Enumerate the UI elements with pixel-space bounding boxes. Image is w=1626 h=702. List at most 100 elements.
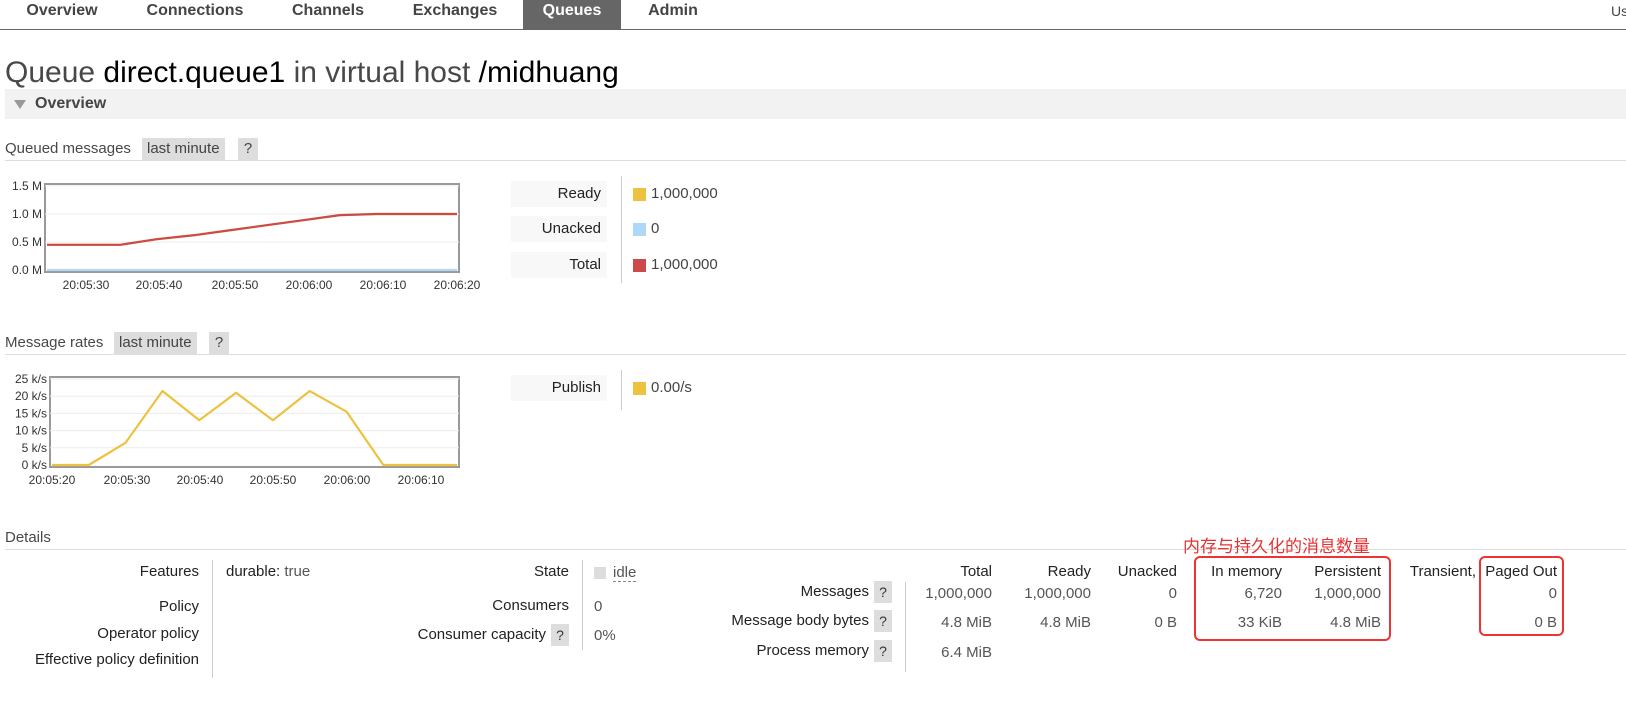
legend-label: Publish — [511, 375, 607, 401]
consumer-capacity-value: 0% — [594, 627, 616, 644]
legend-swatch-ready — [633, 188, 646, 201]
rates-help-button[interactable]: ? — [209, 332, 229, 354]
overview-section-label: Overview — [35, 95, 107, 112]
annotation-text: 内存与持久化的消息数量 — [1183, 537, 1370, 557]
legend-swatch-unacked — [633, 223, 646, 236]
x-tick-label: 20:05:50 — [250, 473, 297, 487]
feature-key: durable: — [226, 563, 281, 580]
operator-policy-label: Operator policy — [97, 625, 199, 642]
top-navigation: Overview Connections Channels Exchanges … — [0, 0, 1626, 30]
x-tick-label: 20:06:10 — [398, 473, 445, 487]
tab-admin[interactable]: Admin — [634, 0, 712, 30]
tab-channels[interactable]: Channels — [276, 0, 380, 30]
vhost-name: /midhuang — [478, 56, 619, 89]
x-tick-label: 20:05:30 — [104, 473, 151, 487]
rates-range-select[interactable]: last minute — [114, 332, 197, 354]
queue-name: direct.queue1 — [103, 56, 286, 89]
tab-connections[interactable]: Connections — [126, 0, 264, 30]
y-tick-label: 25 k/s — [15, 372, 47, 386]
y-tick-label: 0.5 M — [12, 235, 42, 249]
y-tick-label: 0.0 M — [12, 263, 42, 277]
legend-value: 0.00/s — [651, 379, 692, 396]
row-label-process-memory: Process memory — [756, 642, 869, 659]
table-cell: 4.8 MiB — [941, 614, 992, 631]
message-rates-heading: Message rates — [5, 334, 104, 351]
title-middle: in virtual host — [293, 56, 471, 89]
state-idle-indicator — [594, 567, 606, 579]
effective-policy-label: Effective policy definition — [35, 651, 199, 668]
x-tick-label: 20:05:40 — [177, 473, 224, 487]
feature-durable: durable: true — [226, 562, 310, 582]
details-separator — [212, 560, 213, 678]
tab-overview[interactable]: Overview — [8, 0, 116, 30]
legend-value: 1,000,000 — [651, 185, 718, 202]
process-memory-help-button[interactable]: ? — [874, 640, 892, 662]
divider — [5, 354, 1626, 355]
collapse-triangle-icon — [14, 100, 26, 109]
row-label-body-bytes: Message body bytes — [731, 612, 869, 629]
consumer-capacity-help-button[interactable]: ? — [551, 624, 569, 646]
queued-help-button[interactable]: ? — [238, 138, 258, 160]
policy-label: Policy — [158, 598, 199, 615]
x-tick-label: 20:06:20 — [434, 278, 481, 292]
state-idle-text: idle — [613, 564, 637, 582]
messages-help-button[interactable]: ? — [874, 581, 892, 603]
user-label: Us — [1611, 3, 1626, 19]
table-cell: 4.8 MiB — [1040, 614, 1091, 631]
y-tick-label: 1.0 M — [12, 207, 42, 221]
features-label: Features — [139, 563, 199, 580]
table-cell: 0 B — [1154, 614, 1177, 631]
table-cell: 6.4 MiB — [941, 644, 992, 661]
tab-exchanges[interactable]: Exchanges — [396, 0, 514, 30]
overview-section-toggle[interactable]: Overview — [5, 89, 1626, 119]
y-tick-label: 1.5 M — [12, 179, 42, 193]
consumers-value: 0 — [594, 598, 603, 615]
legend-separator — [621, 176, 622, 283]
legend-label: Total — [511, 252, 607, 278]
y-tick-label: 5 k/s — [22, 441, 47, 455]
queued-range-select[interactable]: last minute — [142, 138, 225, 160]
annotation-box-memory-persistent — [1194, 556, 1391, 641]
y-tick-label: 10 k/s — [15, 424, 47, 438]
x-tick-label: 20:05:40 — [136, 278, 183, 292]
col-header-transient: Transient, — [1409, 563, 1476, 580]
x-tick-label: 20:05:50 — [212, 278, 259, 292]
state-value: idle — [613, 563, 637, 583]
legend-value: 0 — [651, 220, 660, 237]
x-tick-label: 20:05:30 — [63, 278, 110, 292]
title-prefix: Queue — [5, 56, 96, 89]
plot-frame — [49, 376, 460, 468]
x-tick-label: 20:05:20 — [29, 473, 76, 487]
col-header-unacked: Unacked — [1117, 563, 1177, 580]
consumers-label: Consumers — [492, 597, 569, 614]
legend-swatch-publish — [633, 382, 646, 395]
table-cell: 1,000,000 — [1024, 585, 1091, 602]
table-cell: 0 — [1168, 585, 1177, 602]
legend-swatch-total — [633, 259, 646, 272]
body-bytes-help-button[interactable]: ? — [874, 610, 892, 632]
state-label: State — [533, 563, 569, 580]
divider — [5, 549, 1626, 550]
message-rates-chart: 0 k/s 5 k/s 10 k/s 15 k/s 20 k/s 25 k/s 20:05:… — [15, 372, 460, 487]
legend-separator — [621, 370, 622, 410]
y-tick-label: 0 k/s — [22, 458, 47, 472]
y-tick-label: 15 k/s — [15, 406, 47, 420]
col-header-total: Total — [960, 563, 992, 580]
tab-queues[interactable]: Queues — [523, 0, 621, 30]
table-cell: 1,000,000 — [925, 585, 992, 602]
x-tick-label: 20:06:00 — [286, 278, 333, 292]
row-label-messages: Messages — [800, 583, 869, 600]
y-tick-label: 20 k/s — [15, 389, 47, 403]
feature-value: true — [284, 563, 311, 580]
page-title: Queue direct.queue1 in virtual host /mid… — [5, 56, 619, 90]
queued-messages-heading: Queued messages — [5, 140, 131, 157]
annotation-box-paged-out — [1479, 556, 1564, 636]
details-heading: Details — [5, 529, 51, 546]
legend-label: Ready — [511, 181, 607, 207]
divider — [5, 160, 1626, 161]
x-tick-label: 20:06:00 — [324, 473, 371, 487]
legend-value: 1,000,000 — [651, 256, 718, 273]
legend-label: Unacked — [511, 216, 607, 242]
x-tick-label: 20:06:10 — [360, 278, 407, 292]
queued-messages-chart: 0.0 M 0.5 M 1.0 M 1.5 M 20:05:30 20:05:40 20:0… — [12, 179, 481, 292]
